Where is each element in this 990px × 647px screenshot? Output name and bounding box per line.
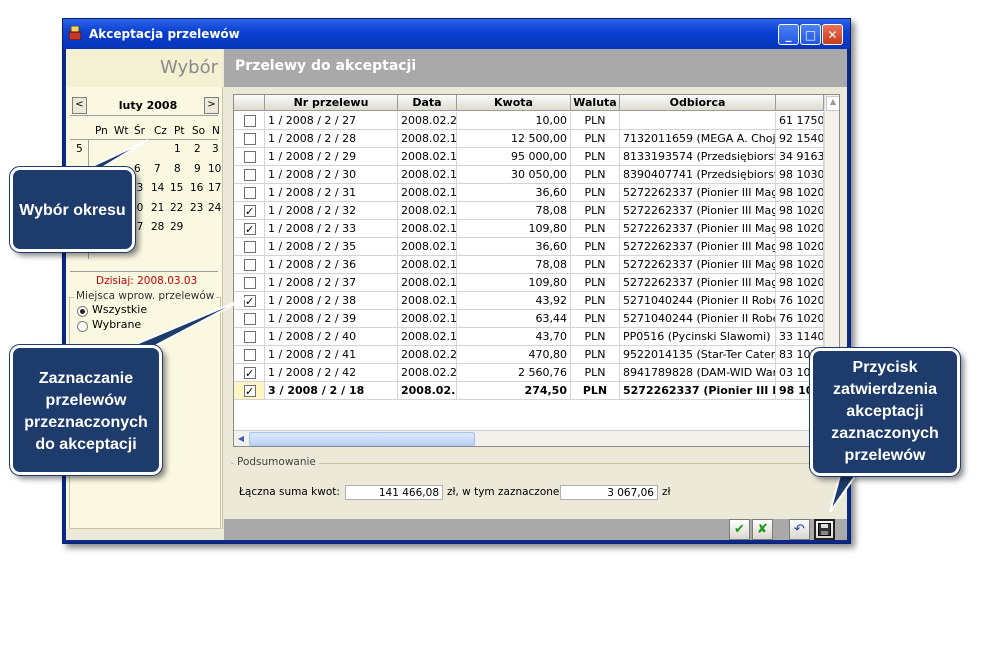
callout-confirm: Przycisk zatwierdzenia akceptacji zaznac… [809,347,961,477]
callout-confirm-line: zaznaczonych [831,425,939,442]
callout-marking-line: przelewów [45,392,127,409]
callout-confirm-line: przelewów [844,447,926,464]
callout-marking: Zaznaczanie przelewów przeznaczonych do … [9,344,163,476]
callout-confirm-line: akceptacji [846,403,924,420]
callout-confirm-line: Przycisk [852,359,918,376]
callout-confirm-line: zatwierdzenia [832,381,938,398]
callout-marking-line: przeznaczonych [24,414,148,431]
callout-marking-line: Zaznaczanie [38,370,134,387]
callout-marking-line: do akceptacji [35,436,137,453]
callout-period: Wybór okresu [9,166,136,253]
callout-pointers [79,139,860,513]
callout-period-text: Wybór okresu [19,202,126,219]
